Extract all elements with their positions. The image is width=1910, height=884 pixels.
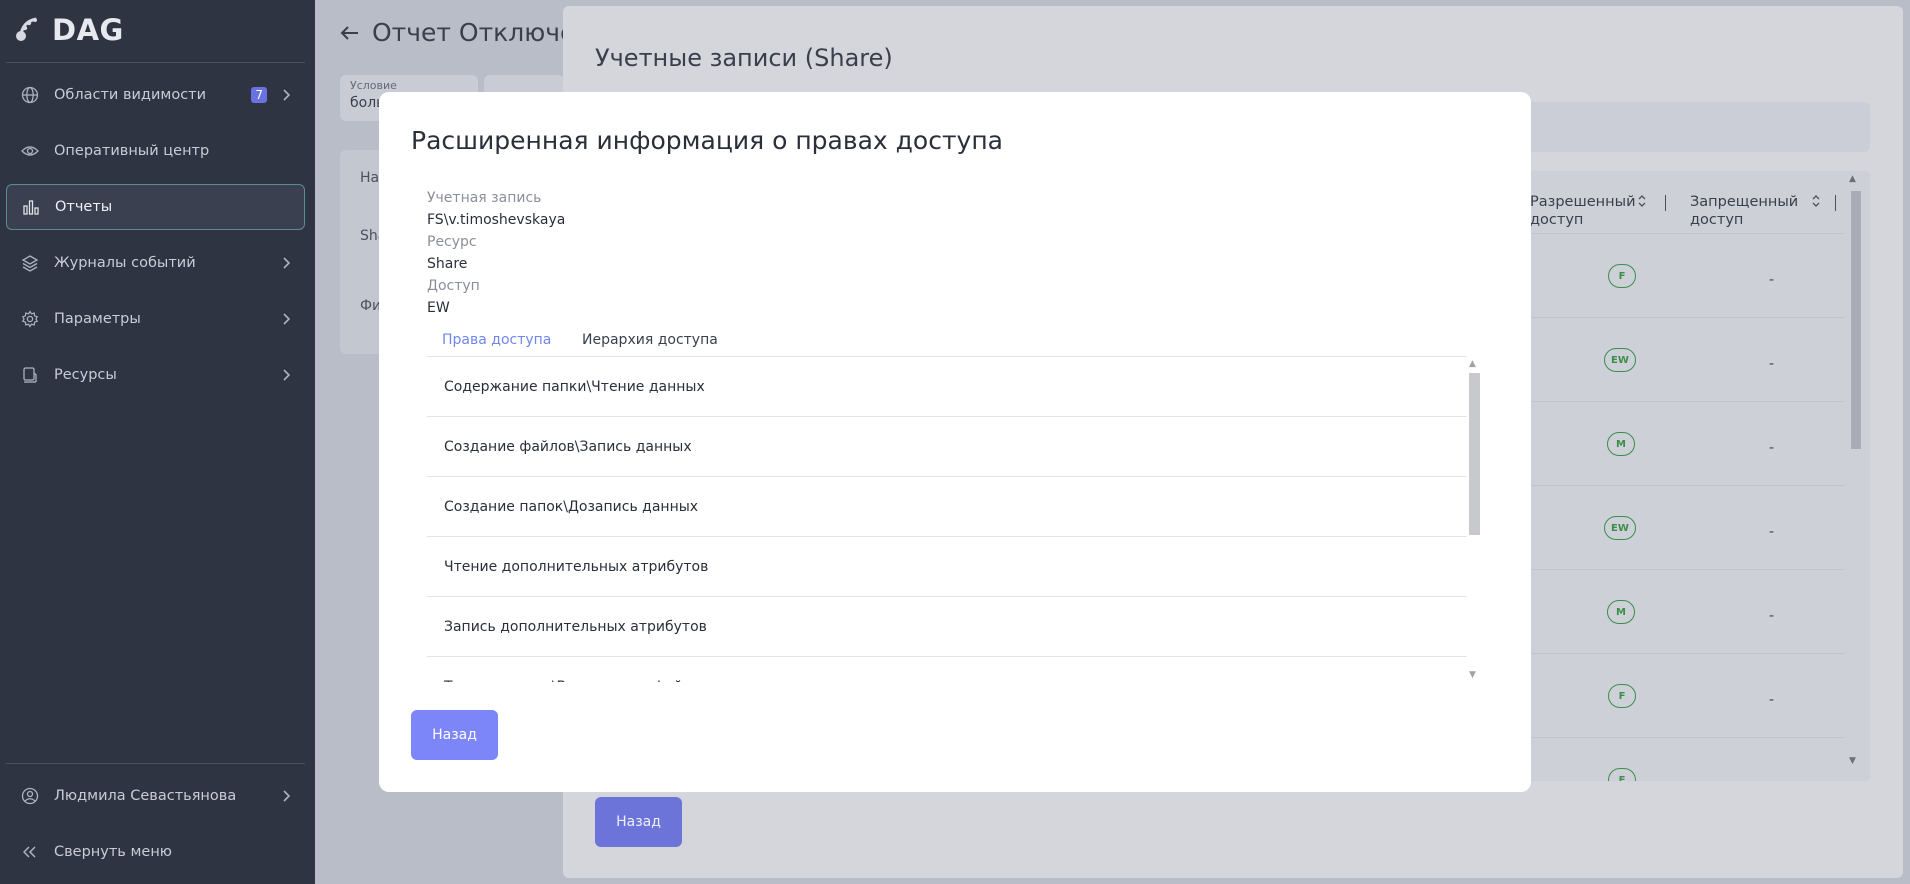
column-header-denied[interactable]: Запрещенный доступ xyxy=(1690,193,1798,229)
panel-title: Учетные записи (Share) xyxy=(595,44,893,72)
collapse-menu-label: Свернуть меню xyxy=(54,844,173,860)
list-item: Содержание папки\Чтение данных xyxy=(427,357,1467,417)
server-icon xyxy=(20,365,40,385)
sidebar: DAG Области видимости 7 Оперативный цент… xyxy=(0,0,315,884)
gear-icon xyxy=(20,309,40,329)
list-item: Траверс папок\Выполнение файлов xyxy=(427,657,1467,683)
column-header-text: доступ xyxy=(1530,212,1584,228)
user-menu[interactable]: Людмила Севастьянова xyxy=(6,773,305,819)
denied-value: - xyxy=(1769,272,1775,288)
chevron-right-icon xyxy=(277,89,297,101)
access-chip: F xyxy=(1608,768,1636,781)
collapse-menu-button[interactable]: Свернуть меню xyxy=(6,829,305,875)
globe-icon xyxy=(20,85,40,105)
access-label: Доступ xyxy=(427,278,480,294)
logo-text: DAG xyxy=(52,13,124,47)
access-rights-modal: Расширенная информация о правах доступа … xyxy=(379,92,1531,792)
table-scrollbar[interactable] xyxy=(1851,191,1861,449)
sort-icon[interactable] xyxy=(1638,193,1646,211)
access-chip: EW xyxy=(1604,516,1636,540)
sidebar-item-visibility[interactable]: Области видимости 7 xyxy=(6,72,305,118)
count-badge: 7 xyxy=(251,87,267,103)
resource-value: Share xyxy=(427,256,468,272)
sidebar-item-label: Журналы событий xyxy=(54,255,196,271)
resource-label: Ресурс xyxy=(427,234,477,250)
modal-title: Расширенная информация о правах доступа xyxy=(411,126,1003,155)
account-value: FS\v.timoshevskaya xyxy=(427,212,566,228)
user-name: Людмила Севастьянова xyxy=(54,788,237,804)
rights-list: Содержание папки\Чтение данных Создание … xyxy=(427,357,1467,682)
layers-icon xyxy=(20,253,40,273)
sidebar-divider xyxy=(6,62,305,63)
column-header-allowed[interactable]: Разрешенный доступ xyxy=(1530,193,1636,229)
arrow-left-icon[interactable] xyxy=(340,18,360,47)
sidebar-item-label: Ресурсы xyxy=(54,367,117,383)
bar-chart-icon xyxy=(21,197,41,217)
list-item: Чтение дополнительных атрибутов xyxy=(427,537,1467,597)
sidebar-item-label: Оперативный центр xyxy=(54,143,210,159)
sidebar-item-parameters[interactable]: Параметры xyxy=(6,296,305,342)
scroll-up-arrow[interactable]: ▲ xyxy=(1849,174,1856,184)
denied-value: - xyxy=(1769,440,1775,456)
user-icon xyxy=(20,786,40,806)
double-chevron-left-icon xyxy=(20,842,40,862)
sidebar-item-resources[interactable]: Ресурсы xyxy=(6,352,305,398)
table-header-cell: На xyxy=(360,170,380,186)
column-header-text: доступ xyxy=(1690,212,1744,228)
logo-icon xyxy=(12,14,44,46)
filter-label: Условие xyxy=(350,79,397,92)
chevron-right-icon xyxy=(277,257,297,269)
logo[interactable]: DAG xyxy=(12,8,124,52)
chevron-right-icon xyxy=(277,790,297,802)
tab-access-rights[interactable]: Права доступа xyxy=(442,332,551,348)
column-header-text: Запрещенный xyxy=(1690,194,1799,210)
column-divider xyxy=(1835,195,1836,211)
denied-value: - xyxy=(1769,524,1775,540)
back-button[interactable]: Назад xyxy=(411,710,498,760)
sort-icon[interactable] xyxy=(1812,193,1820,211)
sidebar-item-label: Отчеты xyxy=(55,199,113,215)
tab-access-hierarchy[interactable]: Иерархия доступа xyxy=(582,332,718,348)
tabs: Права доступа Иерархия доступа xyxy=(427,322,1467,348)
sidebar-item-label: Области видимости xyxy=(54,87,207,103)
list-item: Запись дополнительных атрибутов xyxy=(427,597,1467,657)
scroll-down-arrow[interactable]: ▼ xyxy=(1849,756,1856,766)
scroll-down-arrow[interactable]: ▼ xyxy=(1469,670,1476,680)
denied-value: - xyxy=(1769,356,1775,372)
sidebar-divider xyxy=(6,763,305,764)
access-value: EW xyxy=(427,300,450,316)
sidebar-item-label: Параметры xyxy=(54,311,141,327)
sidebar-item-operations-center[interactable]: Оперативный центр xyxy=(6,128,305,174)
sidebar-item-event-logs[interactable]: Журналы событий xyxy=(6,240,305,286)
access-chip: F xyxy=(1608,264,1636,288)
back-button[interactable]: Назад xyxy=(595,797,682,847)
list-item: Создание папок\Дозапись данных xyxy=(427,477,1467,537)
list-scrollbar[interactable] xyxy=(1469,373,1480,535)
access-chip: M xyxy=(1607,600,1635,624)
column-divider xyxy=(1665,195,1666,211)
table-cell[interactable]: Фи xyxy=(360,298,381,314)
column-header-text: Разрешенный xyxy=(1530,194,1636,210)
access-chip: EW xyxy=(1604,348,1636,372)
page-title-text: Отчет Отключе xyxy=(372,18,576,47)
chevron-right-icon xyxy=(277,369,297,381)
denied-value: - xyxy=(1769,608,1775,624)
page-title: Отчет Отключе xyxy=(340,18,575,47)
sidebar-item-reports[interactable]: Отчеты xyxy=(6,184,305,230)
chevron-right-icon xyxy=(277,313,297,325)
access-chip: M xyxy=(1607,432,1635,456)
eye-icon xyxy=(20,141,40,161)
account-label: Учетная запись xyxy=(427,190,542,206)
list-item: Создание файлов\Запись данных xyxy=(427,417,1467,477)
denied-value: - xyxy=(1769,692,1775,708)
access-chip: F xyxy=(1608,684,1636,708)
scroll-up-arrow[interactable]: ▲ xyxy=(1469,359,1476,369)
